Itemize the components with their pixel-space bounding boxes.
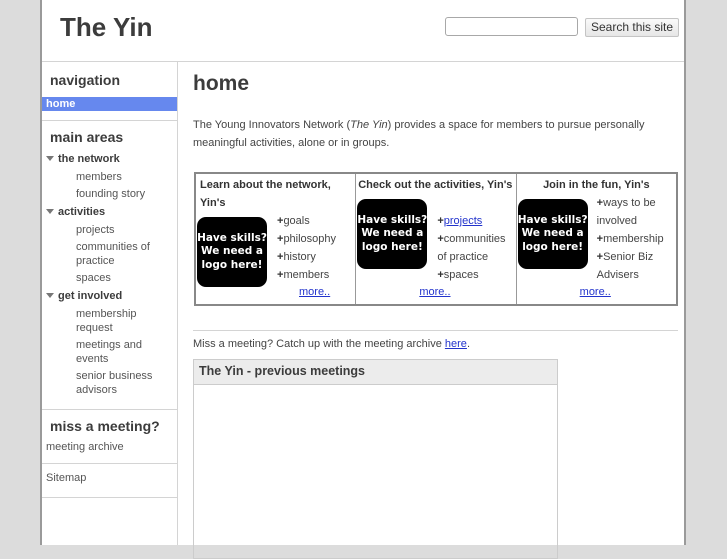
sidebar-navigation: navigation home (42, 62, 177, 121)
archive-text: Miss a meeting? Catch up with the meetin… (193, 338, 470, 350)
triangle-down-icon[interactable] (46, 293, 54, 298)
sidebar-item-projects[interactable]: projects (42, 223, 177, 237)
archive-text-part: Miss a meeting? Catch up with the meetin… (193, 338, 445, 350)
sidebar-item-home[interactable]: home (42, 97, 177, 111)
intro-emphasis: The Yin (350, 119, 388, 131)
sidebar-item-members[interactable]: members (42, 170, 177, 184)
main-content: home The Young Innovators Network (The Y… (178, 62, 684, 559)
search-input[interactable] (445, 17, 578, 36)
box-title-text: Check out the activities, Yin's (358, 179, 513, 191)
sidebar-link-meeting-archive[interactable]: meeting archive (42, 438, 177, 463)
sidebar: navigation home main areas the network m… (42, 62, 178, 545)
header: The Yin Search this site (42, 0, 684, 62)
feature-box-get-involved: Join in the fun, Yin's Have skills? We n… (517, 174, 676, 304)
box-title: Check out the activities, Yin's (356, 174, 514, 194)
previous-meetings-title: The Yin - previous meetings (194, 360, 557, 385)
more-link[interactable]: more.. (299, 286, 330, 298)
list-item[interactable]: +Senior Biz Advisers (597, 248, 675, 284)
feature-boxes: Learn about the network, Yin's Have skil… (194, 172, 678, 306)
search-button[interactable]: Search this site (585, 18, 680, 37)
sidebar-heading-miss-meeting: miss a meeting? (50, 418, 160, 434)
logo-placeholder: Have skills? We need a logo here! (197, 217, 267, 287)
sidebar-item-spaces[interactable]: spaces (42, 271, 177, 285)
sidebar-link-sitemap[interactable]: Sitemap (42, 464, 177, 497)
group-label: activities (58, 206, 106, 218)
box-title-text: Join in the fun, Yin's (543, 179, 650, 191)
triangle-down-icon[interactable] (46, 156, 54, 161)
page-container: The Yin Search this site navigation home… (40, 0, 686, 559)
sidebar-group-get-involved[interactable]: get involved (42, 288, 177, 305)
list-item-label: communities of practice (437, 233, 506, 263)
feature-box-network: Learn about the network, Yin's Have skil… (196, 174, 357, 304)
box-list: +projects +communities of practice +spac… (437, 212, 517, 284)
list-item-link[interactable]: projects (444, 215, 483, 227)
sidebar-item-membership-request[interactable]: membership request (42, 307, 177, 335)
list-item-label: goals (283, 215, 310, 227)
list-item[interactable]: +projects (437, 212, 517, 230)
list-item-label: spaces (443, 269, 479, 281)
list-item-label: ways to be involved (596, 197, 656, 227)
list-item[interactable]: +spaces (437, 266, 517, 284)
group-label: get involved (58, 290, 123, 302)
sidebar-miss-meeting: miss a meeting? meeting archive (42, 410, 177, 464)
intro-part: The Young Innovators Network ( (193, 119, 351, 131)
more-link[interactable]: more.. (580, 286, 611, 298)
more-link[interactable]: more.. (419, 286, 450, 298)
intro-text: The Young Innovators Network (The Yin) p… (193, 116, 663, 152)
box-title: Learn about the network, Yin's (196, 174, 355, 212)
archive-text-end: . (466, 338, 470, 350)
list-item[interactable]: +philosophy (277, 230, 336, 248)
triangle-down-icon[interactable] (46, 209, 54, 214)
list-item[interactable]: +communities of practice (437, 230, 517, 266)
box-list: +goals +philosophy +history +members (277, 212, 336, 284)
sidebar-item-communities-of-practice[interactable]: communities of practice (42, 240, 177, 268)
sidebar-sitemap: Sitemap (42, 464, 177, 498)
page-title: home (193, 72, 250, 95)
list-item-label: Senior Biz Advisers (596, 251, 654, 281)
feature-box-activities: Check out the activities, Yin's Have ski… (356, 174, 517, 304)
site-title[interactable]: The Yin (60, 12, 152, 43)
sidebar-main-areas: main areas the network members founding … (42, 121, 177, 410)
group-label: the network (58, 153, 120, 165)
sidebar-group-the-network[interactable]: the network (42, 151, 177, 168)
previous-meetings-panel: The Yin - previous meetings (193, 359, 558, 559)
box-title-text: Learn about the network, Yin's (200, 179, 331, 209)
logo-placeholder: Have skills? We need a logo here! (517, 199, 588, 269)
sidebar-item-meetings-and-events[interactable]: meetings and events (42, 338, 177, 366)
list-item-label: members (283, 269, 330, 281)
sidebar-heading-main-areas: main areas (50, 129, 124, 145)
list-item[interactable]: +goals (277, 212, 336, 230)
list-item[interactable]: +ways to be involved (597, 194, 675, 230)
logo-placeholder: Have skills? We need a logo here! (357, 199, 428, 269)
archive-here-link[interactable]: here (445, 338, 467, 350)
list-item-label: history (283, 251, 316, 263)
list-item-label: philosophy (283, 233, 337, 245)
divider (193, 330, 678, 331)
list-item[interactable]: +history (277, 248, 336, 266)
box-list: +ways to be involved +membership +Senior… (597, 194, 675, 284)
list-item-label: membership (603, 233, 664, 245)
box-title: Join in the fun, Yin's (517, 174, 676, 194)
list-item[interactable]: +members (277, 266, 336, 284)
sidebar-group-activities[interactable]: activities (42, 204, 177, 221)
sidebar-heading-navigation: navigation (50, 72, 121, 88)
sidebar-item-founding-story[interactable]: founding story (42, 187, 177, 201)
list-item[interactable]: +membership (597, 230, 675, 248)
sidebar-item-senior-business-advisors[interactable]: senior business advisors (42, 369, 177, 397)
